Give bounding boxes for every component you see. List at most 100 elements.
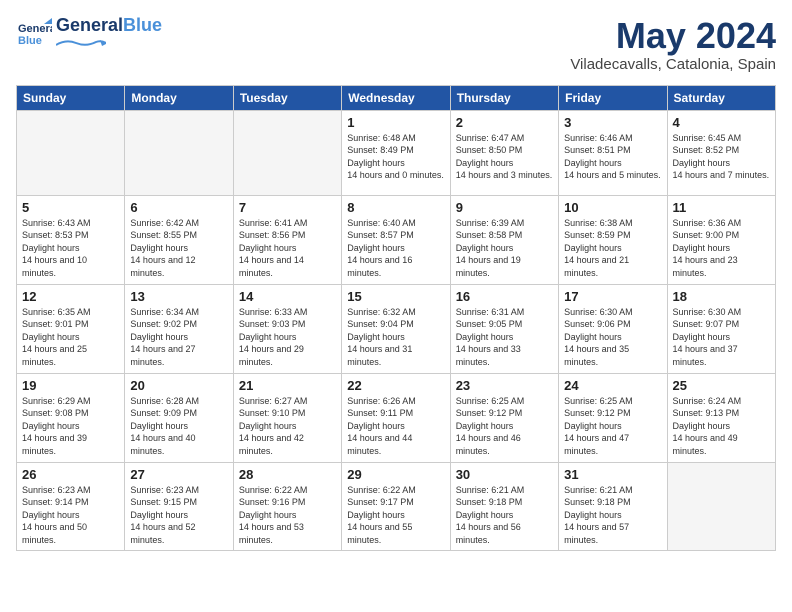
weekday-header-monday: Monday (125, 85, 233, 110)
day-number: 21 (239, 378, 336, 393)
day-info: Sunrise: 6:28 AMSunset: 9:09 PMDaylight … (130, 395, 227, 458)
calendar-day-empty (233, 110, 341, 195)
day-number: 31 (564, 467, 661, 482)
calendar-day-8: 8Sunrise: 6:40 AMSunset: 8:57 PMDaylight… (342, 195, 450, 284)
day-number: 19 (22, 378, 119, 393)
day-info: Sunrise: 6:36 AMSunset: 9:00 PMDaylight … (673, 217, 770, 280)
day-number: 9 (456, 200, 553, 215)
calendar-day-empty (125, 110, 233, 195)
logo-general: General (56, 15, 123, 35)
calendar-day-1: 1Sunrise: 6:48 AMSunset: 8:49 PMDaylight… (342, 110, 450, 195)
weekday-header-row: SundayMondayTuesdayWednesdayThursdayFrid… (17, 85, 776, 110)
calendar-day-3: 3Sunrise: 6:46 AMSunset: 8:51 PMDaylight… (559, 110, 667, 195)
day-info: Sunrise: 6:47 AMSunset: 8:50 PMDaylight … (456, 132, 553, 182)
calendar-day-7: 7 Sunrise: 6:41 AMSunset: 8:56 PMDaylight… (233, 195, 341, 284)
day-info: Sunrise: 6:30 AMSunset: 9:07 PMDaylight … (673, 306, 770, 369)
calendar-day-27: 27 Sunrise: 6:23 AMSunset: 9:15 PMDayligh… (125, 462, 233, 551)
calendar-day-25: 25 Sunrise: 6:24 AMSunset: 9:13 PMDayligh… (667, 373, 775, 462)
calendar-day-14: 14Sunrise: 6:33 AMSunset: 9:03 PMDayligh… (233, 284, 341, 373)
calendar-day-29: 29 Sunrise: 6:22 AMSunset: 9:17 PMDayligh… (342, 462, 450, 551)
day-number: 26 (22, 467, 119, 482)
weekday-header-saturday: Saturday (667, 85, 775, 110)
day-number: 5 (22, 200, 119, 215)
calendar-day-24: 24 Sunrise: 6:25 AMSunset: 9:12 PMDayligh… (559, 373, 667, 462)
day-number: 16 (456, 289, 553, 304)
day-number: 22 (347, 378, 444, 393)
day-number: 2 (456, 115, 553, 130)
day-info: Sunrise: 6:43 AMSunset: 8:53 PMDaylight … (22, 217, 119, 280)
day-number: 6 (130, 200, 227, 215)
svg-text:Blue: Blue (18, 35, 42, 47)
calendar-day-26: 26Sunrise: 6:23 AMSunset: 9:14 PMDayligh… (17, 462, 125, 551)
month-title: May 2024 (570, 16, 776, 56)
day-info: Sunrise: 6:32 AMSunset: 9:04 PMDaylight … (347, 306, 444, 369)
day-number: 20 (130, 378, 227, 393)
day-info: Sunrise: 6:21 AMSunset: 9:18 PMDaylight … (564, 484, 661, 547)
day-number: 13 (130, 289, 227, 304)
calendar-day-22: 22 Sunrise: 6:26 AMSunset: 9:11 PMDayligh… (342, 373, 450, 462)
calendar-day-10: 10Sunrise: 6:38 AMSunset: 8:59 PMDayligh… (559, 195, 667, 284)
day-info: Sunrise: 6:33 AMSunset: 9:03 PMDaylight … (239, 306, 336, 369)
day-info: Sunrise: 6:22 AMSunset: 9:17 PMDaylight … (347, 484, 444, 547)
calendar-day-20: 20 Sunrise: 6:28 AMSunset: 9:09 PMDayligh… (125, 373, 233, 462)
day-info: Sunrise: 6:29 AMSunset: 9:08 PMDaylight … (22, 395, 119, 458)
calendar-week-4: 26Sunrise: 6:23 AMSunset: 9:14 PMDayligh… (17, 462, 776, 551)
day-info: Sunrise: 6:39 AMSunset: 8:58 PMDaylight … (456, 217, 553, 280)
calendar-day-23: 23Sunrise: 6:25 AMSunset: 9:12 PMDayligh… (450, 373, 558, 462)
day-number: 7 (239, 200, 336, 215)
calendar-week-2: 12 Sunrise: 6:35 AMSunset: 9:01 PMDayligh… (17, 284, 776, 373)
calendar-day-28: 28 Sunrise: 6:22 AMSunset: 9:16 PMDayligh… (233, 462, 341, 551)
page-header: General Blue GeneralBlue May 2024 Vilade… (16, 16, 776, 73)
calendar-day-30: 30Sunrise: 6:21 AMSunset: 9:18 PMDayligh… (450, 462, 558, 551)
day-info: Sunrise: 6:42 AMSunset: 8:55 PMDaylight … (130, 217, 227, 280)
calendar-week-0: 1Sunrise: 6:48 AMSunset: 8:49 PMDaylight… (17, 110, 776, 195)
weekday-header-sunday: Sunday (17, 85, 125, 110)
day-number: 8 (347, 200, 444, 215)
day-info: Sunrise: 6:30 AMSunset: 9:06 PMDaylight … (564, 306, 661, 369)
day-info: Sunrise: 6:23 AMSunset: 9:15 PMDaylight … (130, 484, 227, 547)
day-number: 27 (130, 467, 227, 482)
calendar-day-13: 13 Sunrise: 6:34 AMSunset: 9:02 PMDayligh… (125, 284, 233, 373)
day-info: Sunrise: 6:34 AMSunset: 9:02 PMDaylight … (130, 306, 227, 369)
logo-blue: Blue (123, 15, 162, 35)
logo: General Blue GeneralBlue (16, 16, 162, 52)
day-number: 29 (347, 467, 444, 482)
calendar-day-31: 31 Sunrise: 6:21 AMSunset: 9:18 PMDayligh… (559, 462, 667, 551)
calendar-day-12: 12 Sunrise: 6:35 AMSunset: 9:01 PMDayligh… (17, 284, 125, 373)
day-info: Sunrise: 6:26 AMSunset: 9:11 PMDaylight … (347, 395, 444, 458)
day-number: 24 (564, 378, 661, 393)
calendar-day-18: 18 Sunrise: 6:30 AMSunset: 9:07 PMDayligh… (667, 284, 775, 373)
weekday-header-thursday: Thursday (450, 85, 558, 110)
calendar-day-9: 9 Sunrise: 6:39 AMSunset: 8:58 PMDaylight… (450, 195, 558, 284)
day-number: 25 (673, 378, 770, 393)
day-number: 1 (347, 115, 444, 130)
calendar-day-empty (667, 462, 775, 551)
title-block: May 2024 Viladecavalls, Catalonia, Spain (570, 16, 776, 73)
logo-icon: General Blue (16, 16, 52, 52)
calendar-day-19: 19 Sunrise: 6:29 AMSunset: 9:08 PMDayligh… (17, 373, 125, 462)
weekday-header-friday: Friday (559, 85, 667, 110)
day-info: Sunrise: 6:22 AMSunset: 9:16 PMDaylight … (239, 484, 336, 547)
calendar-table: SundayMondayTuesdayWednesdayThursdayFrid… (16, 85, 776, 552)
calendar-day-11: 11Sunrise: 6:36 AMSunset: 9:00 PMDayligh… (667, 195, 775, 284)
svg-text:General: General (18, 23, 52, 35)
day-info: Sunrise: 6:24 AMSunset: 9:13 PMDaylight … (673, 395, 770, 458)
day-number: 12 (22, 289, 119, 304)
calendar-day-5: 5 Sunrise: 6:43 AMSunset: 8:53 PMDaylight… (17, 195, 125, 284)
calendar-day-empty (17, 110, 125, 195)
calendar-week-1: 5 Sunrise: 6:43 AMSunset: 8:53 PMDaylight… (17, 195, 776, 284)
calendar-week-3: 19 Sunrise: 6:29 AMSunset: 9:08 PMDayligh… (17, 373, 776, 462)
calendar-day-16: 16Sunrise: 6:31 AMSunset: 9:05 PMDayligh… (450, 284, 558, 373)
day-info: Sunrise: 6:27 AMSunset: 9:10 PMDaylight … (239, 395, 336, 458)
calendar-day-2: 2 Sunrise: 6:47 AMSunset: 8:50 PMDaylight… (450, 110, 558, 195)
day-number: 17 (564, 289, 661, 304)
day-number: 23 (456, 378, 553, 393)
calendar-day-21: 21 Sunrise: 6:27 AMSunset: 9:10 PMDayligh… (233, 373, 341, 462)
day-number: 28 (239, 467, 336, 482)
day-info: Sunrise: 6:41 AMSunset: 8:56 PMDaylight … (239, 217, 336, 280)
day-info: Sunrise: 6:35 AMSunset: 9:01 PMDaylight … (22, 306, 119, 369)
day-info: Sunrise: 6:45 AMSunset: 8:52 PMDaylight … (673, 132, 770, 182)
day-info: Sunrise: 6:25 AMSunset: 9:12 PMDaylight … (564, 395, 661, 458)
day-number: 18 (673, 289, 770, 304)
logo-wave (56, 39, 106, 47)
